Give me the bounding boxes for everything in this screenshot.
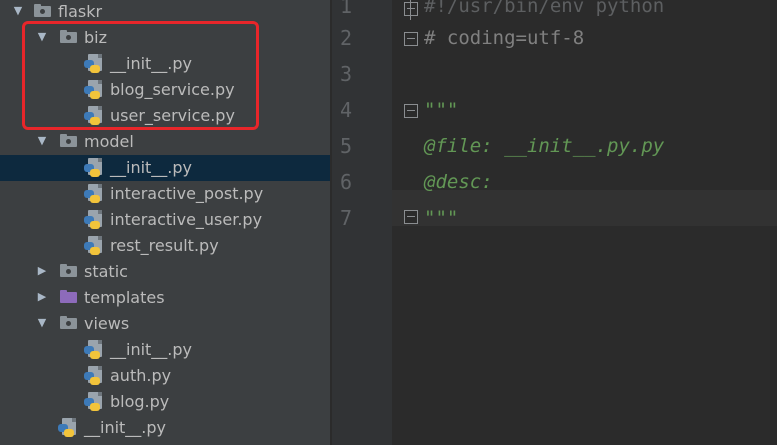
tree-item-label: __init__.py [84, 418, 167, 437]
tree-item[interactable]: __init__.py [0, 337, 330, 363]
code-line[interactable]: # coding=utf-8 [424, 26, 584, 50]
code-line[interactable]: @desc: [424, 170, 493, 194]
tree-item[interactable]: blog.py [0, 389, 330, 415]
python-file-icon [58, 418, 78, 438]
fold-marker-icon[interactable] [404, 32, 418, 46]
line-number: 1 [339, 0, 352, 18]
folder-icon [60, 134, 77, 147]
tree-item[interactable]: ▼ model [0, 129, 330, 155]
folder-icon [60, 316, 77, 329]
fold-marker-icon[interactable] [404, 104, 418, 118]
project-tree-panel: ▼ flaskr ▼ biz __init__.py blog_service.py use… [0, 0, 330, 445]
fold-marker-icon[interactable] [404, 2, 418, 16]
code-line[interactable]: """ [424, 206, 458, 230]
tree-item[interactable]: ▼ views [0, 311, 330, 337]
code-editor[interactable]: 1 2 3 4 5 6 7 #!/usr/bin/env python # coding=ut… [332, 0, 777, 445]
line-number: 4 [339, 98, 352, 122]
python-file-icon [84, 236, 104, 256]
line-number: 5 [339, 134, 352, 158]
code-line[interactable]: #!/usr/bin/env python [424, 0, 664, 18]
tree-item[interactable]: interactive_post.py [0, 181, 330, 207]
tree-item-label: flaskr [58, 2, 103, 21]
fold-guide [410, 0, 411, 20]
line-number: 2 [339, 26, 352, 50]
tree-item-label: templates [84, 288, 165, 307]
folder-icon [60, 264, 77, 277]
chevron-right-icon[interactable]: ▶ [36, 291, 48, 303]
python-file-icon [84, 392, 104, 412]
tree-item[interactable]: interactive_user.py [0, 207, 330, 233]
tree-item-label: interactive_post.py [110, 184, 264, 203]
tree-item-label: blog.py [110, 392, 170, 411]
tree-item-label: interactive_user.py [110, 210, 263, 229]
chevron-right-icon[interactable]: ▶ [36, 265, 48, 277]
red-highlight-box [22, 21, 259, 130]
tree-item-label: views [84, 314, 130, 333]
line-number: 3 [339, 62, 352, 86]
folder-icon [34, 4, 51, 17]
tree-item[interactable]: ▶ templates [0, 285, 330, 311]
tree-item[interactable]: rest_result.py [0, 233, 330, 259]
code-line[interactable]: @file: __init__.py.py [424, 134, 664, 158]
tree-item[interactable]: auth.py [0, 363, 330, 389]
python-file-icon [84, 210, 104, 230]
chevron-down-icon[interactable]: ▼ [36, 317, 48, 329]
tree-item[interactable]: __init__.py [0, 415, 330, 441]
tree-item-label: model [84, 132, 134, 151]
fold-marker-icon[interactable] [404, 210, 418, 224]
tree-item-label: __init__.py [110, 158, 193, 177]
line-number: 7 [339, 206, 352, 230]
folder-icon [60, 290, 77, 303]
tree-item-label: __init__.py [110, 340, 193, 359]
tree-item[interactable]: ▶ static [0, 259, 330, 285]
chevron-down-icon[interactable]: ▼ [36, 135, 48, 147]
python-file-icon [84, 366, 104, 386]
tree-item-label: rest_result.py [110, 236, 219, 255]
chevron-down-icon[interactable]: ▼ [12, 5, 24, 17]
line-number-gutter: 1 2 3 4 5 6 7 [332, 0, 392, 445]
code-line[interactable]: """ [424, 98, 458, 122]
line-number: 6 [339, 170, 352, 194]
python-file-icon [84, 158, 104, 178]
tree-item-label: auth.py [110, 366, 172, 385]
python-file-icon [84, 184, 104, 204]
python-file-icon [84, 340, 104, 360]
tree-item-label: static [84, 262, 128, 281]
tree-item[interactable]: __init__.py [0, 155, 330, 181]
